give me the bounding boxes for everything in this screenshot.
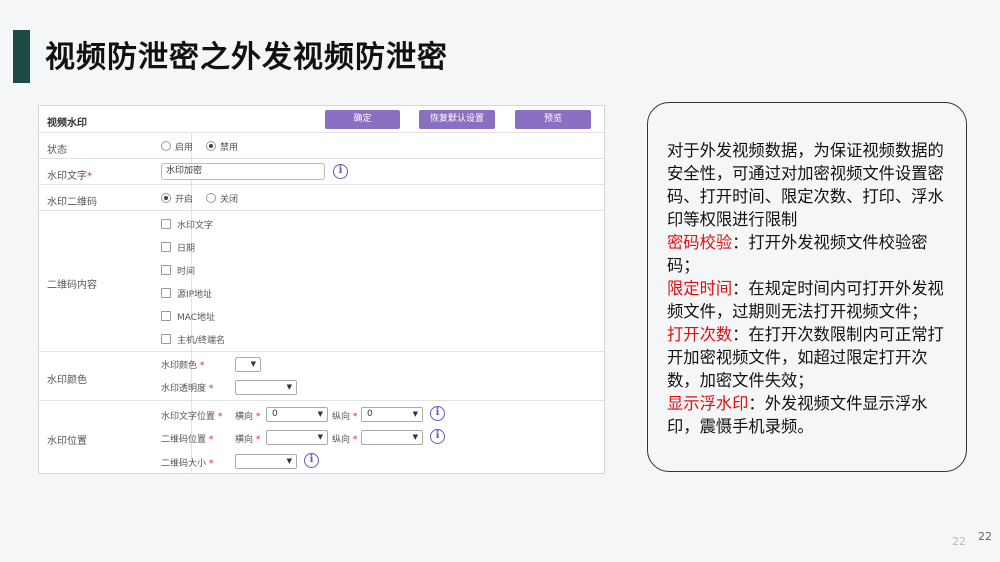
qr-item-label: 水印文字 xyxy=(177,221,214,231)
color-field-label: 水印颜色 * xyxy=(161,361,205,371)
watermark-settings-panel: 视频水印 确定 恢复默认设置 预览 状态 启用 禁用 水印文字* 水印加密 i … xyxy=(38,105,605,474)
status-row: 状态 启用 禁用 xyxy=(39,132,604,158)
qr-content-row: 二维码内容 水印文字 日期 时间 源IP地址 MAC地址 主机/终端名 xyxy=(39,210,604,351)
alpha-select[interactable]: ▼ xyxy=(235,380,297,395)
qr-item-checkbox[interactable] xyxy=(161,242,171,252)
qr-item-label: 时间 xyxy=(177,267,196,277)
qr-content-label: 二维码内容 xyxy=(47,280,97,291)
feature-key-open-count: 打开次数 xyxy=(667,325,733,344)
info-icon[interactable]: i xyxy=(304,453,319,468)
qr-item-checkbox[interactable] xyxy=(161,219,171,229)
qr-on-radio[interactable] xyxy=(161,193,171,203)
status-enable-label: 启用 xyxy=(175,143,194,153)
h-label: 横向 * xyxy=(235,435,261,445)
info-icon[interactable]: i xyxy=(333,164,348,179)
watermark-text-row: 水印文字* 水印加密 i xyxy=(39,158,604,184)
alpha-field-label: 水印透明度 * xyxy=(161,384,214,394)
description-intro: 对于外发视频数据，为保证视频数据的安全性，可通过对加密视频文件设置密码、打开时间… xyxy=(667,141,944,229)
qr-pos-v-select[interactable]: ▼ xyxy=(361,430,423,445)
text-pos-h-select[interactable]: 0 ▼ xyxy=(266,407,328,422)
color-row: 水印颜色 水印颜色 * ▼ 水印透明度 * ▼ xyxy=(39,351,604,400)
qr-pos-h-select[interactable]: ▼ xyxy=(266,430,328,445)
feature-key-time-limit: 限定时间 xyxy=(667,279,733,298)
qr-size-label: 二维码大小 * xyxy=(161,459,214,469)
v-label: 纵向 * xyxy=(332,412,358,422)
qr-item-label: 主机/终端名 xyxy=(177,336,226,346)
qr-size-select[interactable]: ▼ xyxy=(235,454,297,469)
text-pos-label: 水印文字位置 * xyxy=(161,412,223,422)
qr-item-label: 源IP地址 xyxy=(177,290,213,300)
status-disable-radio[interactable] xyxy=(206,141,216,151)
feature-key-watermark: 显示浮水印 xyxy=(667,394,749,413)
v-label: 纵向 * xyxy=(332,435,358,445)
watermark-text-input[interactable]: 水印加密 xyxy=(161,163,325,180)
text-pos-v-select[interactable]: 0 ▼ xyxy=(361,407,423,422)
qr-pos-label: 二维码位置 * xyxy=(161,435,214,445)
reset-default-button[interactable]: 恢复默认设置 xyxy=(419,110,495,129)
status-enable-radio[interactable] xyxy=(161,141,171,151)
qr-label: 水印二维码 xyxy=(47,197,97,208)
panel-title: 视频水印 xyxy=(47,118,87,129)
h-label: 横向 * xyxy=(235,412,261,422)
page-number-faded: 22 xyxy=(952,535,966,548)
qr-item-checkbox[interactable] xyxy=(161,334,171,344)
qr-on-label: 开启 xyxy=(175,195,194,205)
info-icon[interactable]: i xyxy=(430,429,445,444)
position-label: 水印位置 xyxy=(47,436,87,447)
slide-title: 视频防泄密之外发视频防泄密 xyxy=(45,40,448,75)
qr-item-checkbox[interactable] xyxy=(161,265,171,275)
title-accent-bar xyxy=(13,30,30,83)
page-number: 22 xyxy=(978,530,992,543)
qr-off-radio[interactable] xyxy=(206,193,216,203)
panel-header: 视频水印 确定 恢复默认设置 预览 xyxy=(39,106,604,132)
qr-row: 水印二维码 开启 关闭 xyxy=(39,184,604,210)
color-select[interactable]: ▼ xyxy=(235,357,261,372)
status-label: 状态 xyxy=(47,145,67,156)
position-row: 水印位置 水印文字位置 * 横向 * 0 ▼ 纵向 * 0 ▼ i 二维码位置 * … xyxy=(39,400,604,475)
qr-item-label: MAC地址 xyxy=(177,313,216,323)
qr-item-checkbox[interactable] xyxy=(161,288,171,298)
watermark-text-label: 水印文字* xyxy=(47,171,92,182)
info-icon[interactable]: i xyxy=(430,406,445,421)
description-box: 对于外发视频数据，为保证视频数据的安全性，可通过对加密视频文件设置密码、打开时间… xyxy=(647,102,967,472)
qr-item-label: 日期 xyxy=(177,244,196,254)
confirm-button[interactable]: 确定 xyxy=(325,110,400,129)
preview-button[interactable]: 预览 xyxy=(515,110,591,129)
qr-off-label: 关闭 xyxy=(220,195,239,205)
qr-item-checkbox[interactable] xyxy=(161,311,171,321)
feature-key-password: 密码校验 xyxy=(667,233,733,252)
color-label: 水印颜色 xyxy=(47,375,87,386)
status-disable-label: 禁用 xyxy=(220,143,239,153)
